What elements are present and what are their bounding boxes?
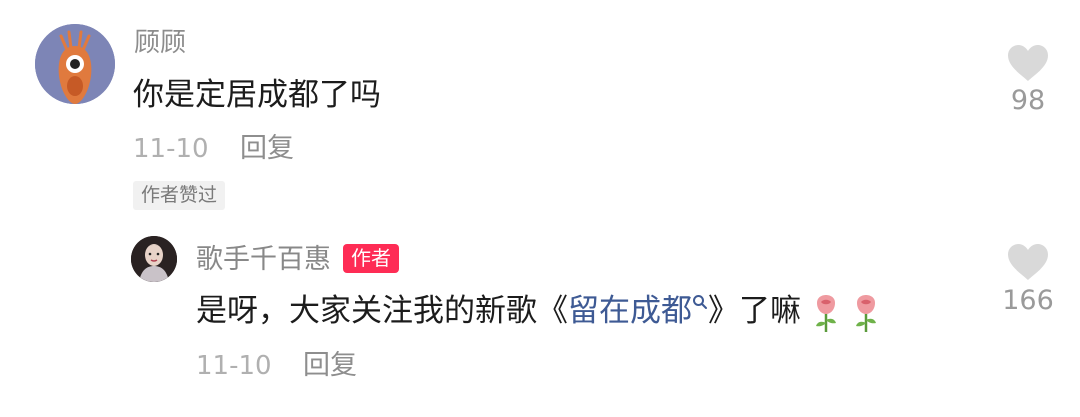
singer-photo-icon — [131, 236, 177, 282]
shrimp-cartoon-icon — [35, 24, 115, 104]
song-link-label: 留在成都 — [568, 293, 692, 329]
rose-emoji-icon — [856, 294, 876, 332]
reply-date: 11-10 — [196, 351, 272, 381]
reply-username[interactable]: 歌手千百惠 — [196, 245, 331, 275]
rose-emoji-icon — [816, 294, 836, 332]
author-avatar[interactable] — [131, 236, 177, 282]
reply-text: 是呀，大家关注我的新歌《留在成都 》了嘛 — [196, 292, 881, 333]
reply-like-count: 166 — [1002, 285, 1054, 316]
like-button[interactable] — [1007, 44, 1049, 86]
comment-text: 你是定居成都了吗 — [133, 77, 381, 113]
comment-thread: 顾顾 你是定居成都了吗 11-10 回复 作者赞过 98 歌手千百惠 作者 是呀… — [0, 0, 1080, 417]
author-liked-badge: 作者赞过 — [133, 181, 226, 210]
comment-date: 11-10 — [133, 134, 209, 164]
comment-username[interactable]: 顾顾 — [134, 28, 186, 58]
song-link[interactable]: 留在成都 — [568, 293, 708, 329]
reply-button[interactable]: 回复 — [240, 134, 294, 164]
heart-icon — [1008, 244, 1048, 280]
reply-text-after: 》了嘛 — [708, 293, 801, 329]
user-avatar[interactable] — [35, 24, 115, 104]
reply-text-before: 是呀，大家关注我的新歌《 — [196, 293, 568, 329]
author-tag: 作者 — [343, 244, 399, 273]
search-icon — [693, 295, 707, 309]
reply-like-button[interactable] — [1007, 243, 1049, 285]
reply-reply-button[interactable]: 回复 — [303, 351, 357, 381]
heart-icon — [1008, 45, 1048, 81]
like-count: 98 — [1010, 85, 1046, 116]
